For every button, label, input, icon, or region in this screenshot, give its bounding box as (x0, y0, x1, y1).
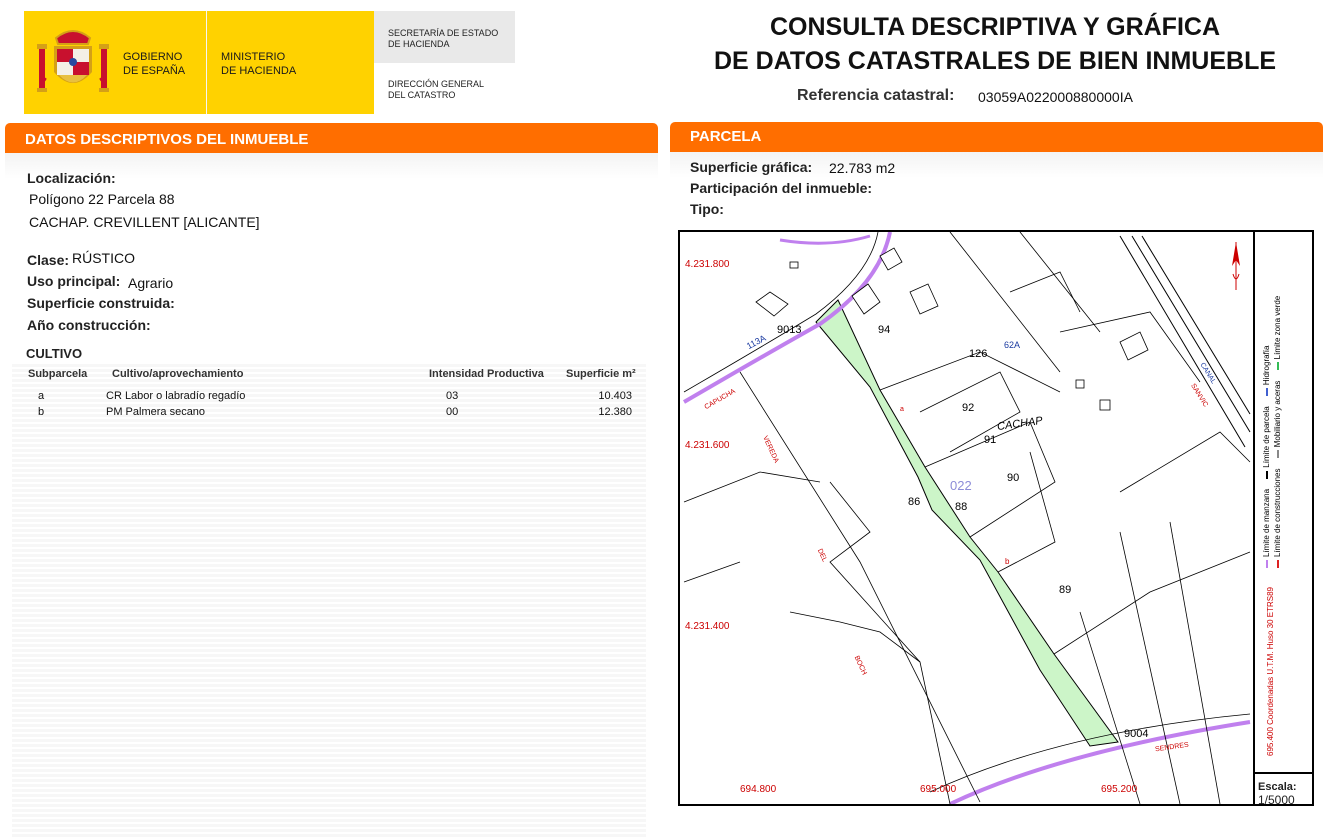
legend-item: Límite de parcela (1262, 406, 1272, 479)
parcela-section-title: PARCELA (690, 128, 762, 145)
localizacion-label: Localización: (27, 170, 116, 186)
map-legend-row2: Límite de construcciones Mobiliario y ac… (1273, 8, 1283, 568)
anio-construccion-label: Año construcción: (27, 317, 151, 333)
cultivo-cell-superficie: 10.403 (598, 390, 632, 402)
cultivo-cell-cultivo: PM Palmera secano (106, 406, 206, 418)
uso-value: Agrario (128, 275, 174, 291)
participacion-label: Participación del inmueble: (690, 180, 873, 196)
cultivo-header-subparcela: Subparcela (28, 368, 88, 380)
gobierno-line2: DE ESPAÑA (123, 65, 186, 77)
descriptive-section-title: DATOS DESCRIPTIVOS DEL INMUEBLE (25, 131, 309, 148)
parcel-88-highlight[interactable] (815, 299, 1119, 747)
ministerio-line1: MINISTERIO (221, 51, 286, 63)
x-tick-label: 695.200 (1101, 784, 1138, 795)
road-boundary-top (682, 232, 892, 404)
ministerio-line2: DE HACIENDA (221, 65, 297, 77)
map-legend: Límite de manzana Límite de parcela Hidr… (1262, 8, 1272, 568)
cultivo-cell-intensidad: 00 (446, 406, 459, 418)
clase-value: RÚSTICO (72, 250, 135, 266)
polygon-number: 022 (950, 478, 972, 493)
localizacion-line1: Polígono 22 Parcela 88 (29, 191, 175, 207)
legend-separator (1253, 231, 1255, 805)
legend-label: Hidrografía (1262, 345, 1271, 386)
page-title-line1: CONSULTA DESCRIPTIVA Y GRÁFICA (769, 13, 1221, 41)
parcel-number: 89 (1059, 584, 1072, 596)
secretaria-line2: DE HACIENDA (388, 39, 450, 49)
legend-label: Mobiliario y aceras (1273, 380, 1282, 448)
parcel-number: 9004 (1124, 728, 1149, 740)
coordinate-note: 695.400 Coordenadas U.T.M. Huso 30 ETRS8… (1266, 587, 1275, 756)
superficie-construida-label: Superficie construida: (27, 295, 175, 311)
parcel-number: 86 (908, 496, 921, 508)
cultivo-title: CULTIVO (26, 346, 83, 361)
legend-swatch (1265, 388, 1268, 397)
parcel-number: 94 (878, 324, 891, 336)
parcel-boundaries (683, 232, 1251, 804)
cultivo-cell-sub: a (38, 390, 45, 402)
referencia-value: 03059A022000880000IA (978, 89, 1133, 105)
tipo-label: Tipo: (690, 201, 724, 217)
cultivo-cell-sub: b (38, 406, 45, 418)
parcela-section-header: PARCELA (670, 122, 1323, 152)
y-tick-label: 4.231.800 (685, 259, 730, 270)
parcel-number: 90 (1007, 472, 1020, 484)
y-tick-label: 4.231.600 (685, 440, 730, 451)
legend-item: Límite de construcciones (1273, 468, 1283, 568)
blue-map-label: 62A (1004, 340, 1021, 350)
x-tick-label: 694.800 (740, 784, 777, 795)
legend-item: Hidrografía (1262, 346, 1272, 397)
subparcel-label: a (900, 406, 904, 413)
direccion-line2: DEL CATASTRO (388, 90, 456, 100)
scale-label: Escala: (1258, 781, 1297, 793)
road-boundary-topleft (779, 234, 871, 245)
y-tick-label: 4.231.400 (685, 621, 730, 632)
legend-swatch (1276, 560, 1279, 568)
parcel-number: 92 (962, 402, 975, 414)
gobierno-line1: GOBIERNO (123, 51, 183, 63)
cultivo-header-superficie: Superficie m² (566, 368, 636, 380)
legend-swatch (1265, 470, 1268, 479)
superficie-grafica-label: Superficie gráfica: (690, 159, 813, 175)
legend-label: Límite de manzana (1262, 488, 1271, 557)
cultivo-header-intensidad: Intensidad Productiva (429, 368, 544, 380)
legend-item: Límite de manzana (1262, 489, 1272, 568)
superficie-grafica-value: 22.783 m2 (829, 160, 896, 176)
legend-label: Límite de parcela (1262, 406, 1271, 468)
x-tick-label: 695.000 (920, 784, 957, 795)
clase-label: Clase: (27, 252, 70, 268)
cultivo-header-cultivo: Cultivo/aprovechamiento (112, 368, 244, 380)
scale-separator (1254, 772, 1313, 774)
road-boundary-top-inner (683, 232, 879, 393)
page-title-line2: DE DATOS CATASTRALES DE BIEN INMUEBLE (713, 47, 1277, 75)
legend-swatch (1276, 362, 1279, 371)
map-drawing[interactable] (680, 232, 1252, 804)
logo-divider (206, 11, 207, 114)
cultivo-cell-intensidad: 03 (446, 390, 459, 402)
localizacion-line2: CACHAP. CREVILLENT [ALICANTE] (29, 214, 260, 230)
secretaria-line1: SECRETARÍA DE ESTADO (388, 28, 499, 38)
legend-item: Límite zona verde (1273, 296, 1283, 371)
subparcel-label: b (1005, 557, 1010, 566)
parcel-number: 88 (955, 501, 968, 513)
parcel-number: 91 (984, 434, 997, 446)
cultivo-table-background (12, 364, 646, 838)
north-arrow-icon (1232, 242, 1240, 290)
legend-label: Límite de construcciones (1273, 468, 1282, 558)
cultivo-cell-superficie: 12.380 (598, 406, 632, 418)
scale-value: 1/5000 (1258, 793, 1295, 807)
direccion-line1: DIRECCIÓN GENERAL (388, 79, 485, 89)
uso-label: Uso principal: (27, 273, 121, 289)
coat-of-arms-icon (37, 30, 109, 92)
legend-item: Mobiliario y aceras (1273, 381, 1283, 459)
legend-label: Límite zona verde (1273, 295, 1282, 360)
parcel-number: 126 (969, 348, 988, 360)
referencia-label: Referencia catastral: (797, 87, 955, 104)
legend-swatch (1276, 450, 1279, 459)
parcel-number: 9013 (777, 324, 802, 336)
descriptive-section-header: DATOS DESCRIPTIVOS DEL INMUEBLE (5, 123, 658, 153)
cultivo-cell-cultivo: CR Labor o labradío regadío (106, 390, 246, 402)
